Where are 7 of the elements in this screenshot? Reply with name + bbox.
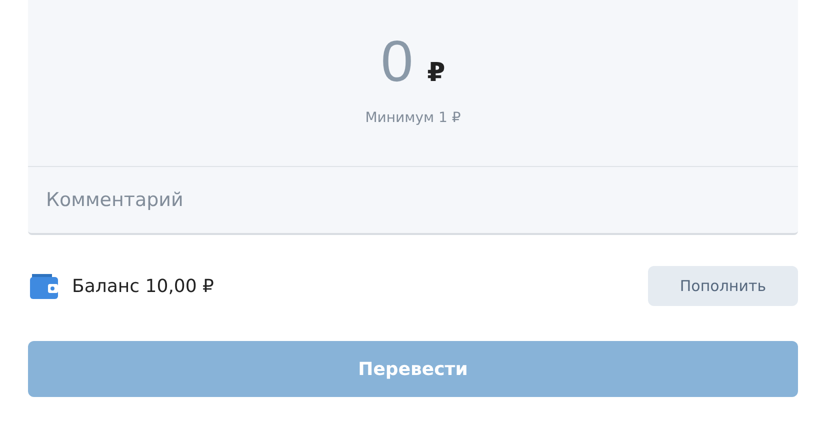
top-up-button[interactable]: Пополнить	[648, 266, 798, 306]
balance-text: Баланс 10,00 ₽	[72, 276, 216, 296]
minimum-hint: Минимум 1 ₽	[365, 110, 461, 126]
currency-sign: ₽	[427, 58, 446, 88]
amount-value[interactable]: 0	[380, 22, 414, 102]
wallet-icon	[28, 272, 60, 300]
comment-field[interactable]: Комментарий	[28, 167, 798, 235]
